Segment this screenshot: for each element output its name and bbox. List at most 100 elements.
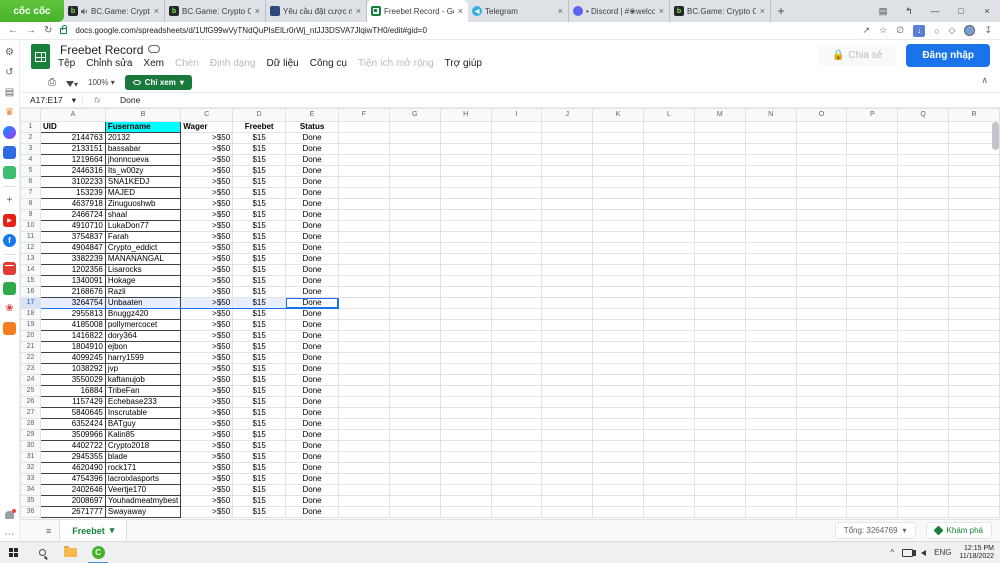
cell[interactable] — [796, 254, 847, 265]
start-button[interactable] — [0, 542, 28, 563]
cell[interactable] — [644, 166, 695, 177]
cell[interactable] — [440, 166, 491, 177]
cell[interactable] — [847, 342, 898, 353]
cell[interactable] — [949, 254, 1000, 265]
row-header-18[interactable]: 18 — [21, 309, 41, 320]
cell[interactable] — [491, 309, 542, 320]
tab-close-icon[interactable]: × — [557, 6, 564, 16]
cell-E34[interactable]: Done — [286, 485, 339, 496]
cell-D12[interactable]: $15 — [233, 243, 286, 254]
cell-E18[interactable]: Done — [286, 309, 339, 320]
cell[interactable] — [745, 144, 796, 155]
tab-search-icon[interactable]: ▤ — [870, 6, 896, 17]
extension-2-icon[interactable]: ◇ — [949, 25, 956, 36]
cell[interactable] — [949, 287, 1000, 298]
cell-B24[interactable]: kaftanujob — [105, 375, 180, 386]
cell-B32[interactable]: rock171 — [105, 463, 180, 474]
cell[interactable] — [847, 507, 898, 518]
cell[interactable] — [593, 474, 644, 485]
cell[interactable] — [542, 221, 593, 232]
cell[interactable] — [491, 232, 542, 243]
cell-E1[interactable]: Status — [286, 122, 339, 133]
cell[interactable] — [339, 298, 390, 309]
cell[interactable] — [593, 342, 644, 353]
tab-close-icon[interactable]: × — [759, 6, 766, 16]
cell[interactable] — [847, 122, 898, 133]
cell[interactable] — [949, 397, 1000, 408]
cell-E14[interactable]: Done — [286, 265, 339, 276]
cell[interactable] — [644, 232, 695, 243]
cell[interactable] — [491, 122, 542, 133]
formula-input[interactable]: Done — [112, 95, 140, 105]
cell-D27[interactable]: $15 — [233, 408, 286, 419]
cell[interactable] — [491, 298, 542, 309]
cell[interactable] — [389, 287, 440, 298]
row-header-17[interactable]: 17 — [21, 298, 41, 309]
cell-E19[interactable]: Done — [286, 320, 339, 331]
cell[interactable] — [949, 364, 1000, 375]
cell[interactable] — [491, 485, 542, 496]
cell[interactable] — [745, 232, 796, 243]
cell-B30[interactable]: Crypto2018 — [105, 441, 180, 452]
browser-tab-3[interactable]: Yêu cầu đặt cược miễn p× — [266, 0, 367, 22]
cell-E26[interactable]: Done — [286, 397, 339, 408]
cell[interactable] — [847, 144, 898, 155]
cell[interactable] — [898, 122, 949, 133]
games-icon[interactable] — [3, 166, 16, 179]
cell[interactable] — [491, 254, 542, 265]
cell[interactable] — [593, 276, 644, 287]
cell[interactable] — [339, 144, 390, 155]
cell[interactable] — [694, 463, 745, 474]
cell[interactable] — [796, 496, 847, 507]
minimize-button[interactable]: — — [922, 6, 948, 16]
cell[interactable] — [440, 474, 491, 485]
column-header-P[interactable]: P — [847, 109, 898, 122]
cell[interactable] — [796, 441, 847, 452]
cell[interactable] — [339, 430, 390, 441]
cell[interactable] — [949, 353, 1000, 364]
cell[interactable] — [796, 133, 847, 144]
cell[interactable] — [339, 496, 390, 507]
cell[interactable] — [593, 188, 644, 199]
cell-B25[interactable]: TribeFan — [105, 386, 180, 397]
cell[interactable] — [949, 430, 1000, 441]
cell[interactable] — [796, 243, 847, 254]
cell[interactable] — [491, 430, 542, 441]
cell-B8[interactable]: Zinuguoshwb — [105, 199, 180, 210]
cell[interactable] — [745, 166, 796, 177]
row-header-11[interactable]: 11 — [21, 232, 41, 243]
cell-B3[interactable]: bassabar — [105, 144, 180, 155]
cell[interactable] — [339, 276, 390, 287]
cell[interactable] — [593, 166, 644, 177]
cell[interactable] — [949, 276, 1000, 287]
column-header-B[interactable]: B — [105, 109, 180, 122]
send-to-device-icon[interactable]: ↰ — [896, 6, 922, 17]
cell[interactable] — [389, 474, 440, 485]
cell[interactable] — [949, 243, 1000, 254]
cell[interactable] — [491, 144, 542, 155]
cell[interactable] — [440, 375, 491, 386]
shop-icon[interactable] — [3, 282, 16, 295]
cell-A19[interactable]: 4185008 — [40, 320, 105, 331]
cell-C2[interactable]: >$50 — [181, 133, 233, 144]
cell[interactable] — [389, 364, 440, 375]
cell[interactable] — [593, 199, 644, 210]
cell[interactable] — [644, 122, 695, 133]
cell[interactable] — [389, 199, 440, 210]
profile-avatar[interactable] — [964, 25, 975, 36]
cell[interactable] — [949, 320, 1000, 331]
cell[interactable] — [898, 342, 949, 353]
cell[interactable] — [796, 452, 847, 463]
extension-icon[interactable]: ○ — [934, 26, 939, 36]
cell-E30[interactable]: Done — [286, 441, 339, 452]
network-icon[interactable] — [902, 549, 913, 557]
row-header-24[interactable]: 24 — [21, 375, 41, 386]
cell[interactable] — [847, 265, 898, 276]
cell[interactable] — [796, 144, 847, 155]
cell-B35[interactable]: Youhadmeatmybest — [105, 496, 180, 507]
cell[interactable] — [491, 342, 542, 353]
filter-icon[interactable]: ▾ — [66, 74, 78, 92]
cell-C3[interactable]: >$50 — [181, 144, 233, 155]
cell[interactable] — [694, 408, 745, 419]
column-header-G[interactable]: G — [389, 109, 440, 122]
